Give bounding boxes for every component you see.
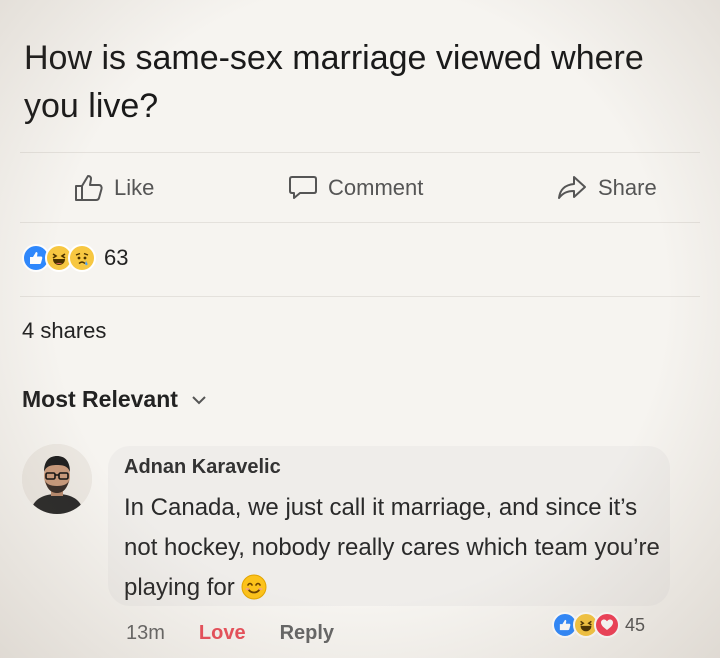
comment-meta: 13m Love Reply [126, 622, 334, 645]
comment-button[interactable]: Comment [288, 168, 423, 208]
reaction-count: 63 [104, 245, 129, 270]
comment-body: In Canada, we just call it marriage, and… [124, 494, 660, 601]
sad-icon [68, 244, 96, 272]
divider [20, 152, 700, 153]
comment-icon [289, 176, 317, 199]
post-text: How is same-sex marriage viewed where yo… [24, 39, 644, 125]
share-button[interactable]: Share [556, 168, 657, 208]
thumbs-up-icon [75, 175, 103, 201]
like-button[interactable]: Like [74, 168, 154, 208]
divider [20, 296, 700, 297]
share-label: Share [598, 175, 657, 200]
post-actions-bar: Like Comment Share [0, 168, 720, 208]
shares-count[interactable]: 4 shares [22, 318, 106, 344]
comment-label: Comment [328, 175, 424, 200]
comment-timestamp[interactable]: 13m [126, 622, 165, 645]
love-icon [594, 612, 620, 638]
share-icon [558, 176, 586, 199]
love-reaction-button[interactable]: Love [199, 622, 246, 645]
divider [20, 222, 700, 223]
smiling-face-icon [241, 573, 267, 613]
chevron-down-icon [192, 395, 206, 404]
comment-text: In Canada, we just call it marriage, and… [124, 488, 664, 613]
comment-sort-dropdown[interactable]: Most Relevant [22, 386, 206, 413]
reaction-icons [22, 244, 96, 272]
like-label: Like [114, 175, 155, 200]
comment-reactions[interactable]: 45 [552, 612, 645, 638]
comment-reaction-count: 45 [625, 614, 646, 635]
avatar[interactable] [22, 444, 92, 514]
post-reactions[interactable]: 63 [22, 244, 128, 272]
comment-author[interactable]: Adnan Karavelic [124, 456, 281, 479]
sort-label: Most Relevant [22, 386, 178, 412]
reply-button[interactable]: Reply [280, 622, 334, 645]
